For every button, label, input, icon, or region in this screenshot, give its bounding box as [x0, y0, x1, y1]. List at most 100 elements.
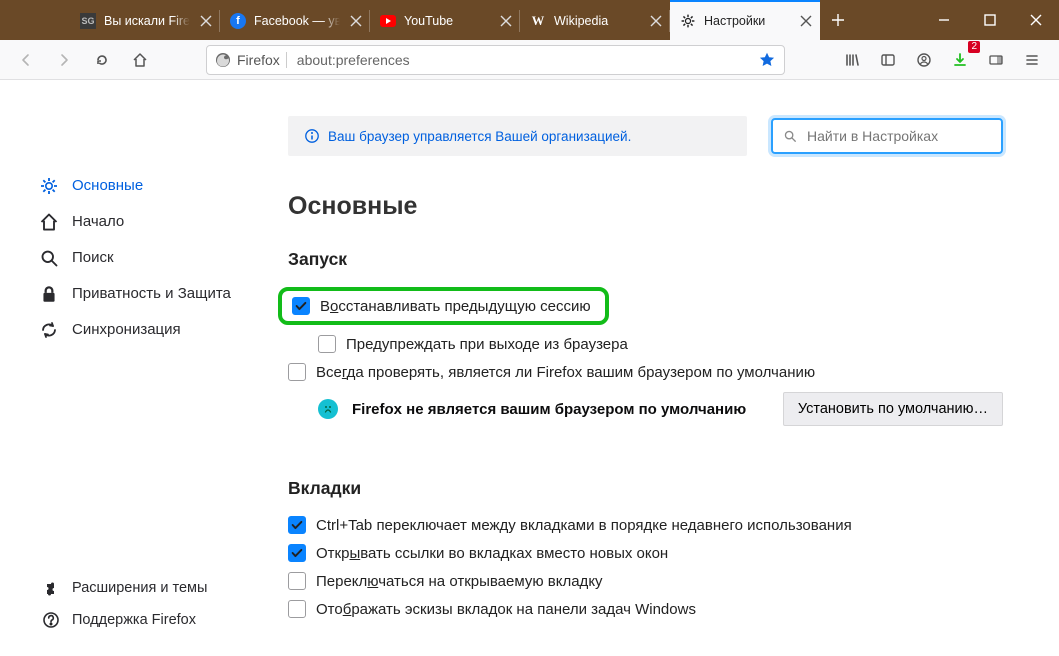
info-icon — [304, 128, 320, 144]
nav-toolbar: Firefox 2 — [0, 40, 1059, 80]
tab-label: Вы искали Firefo — [104, 14, 190, 28]
sidebar-item-label: Основные — [72, 177, 143, 195]
pref-label: Предупреждать при выходе из браузера — [346, 336, 628, 353]
overflow-button[interactable] — [979, 44, 1013, 76]
page-title: Основные — [288, 192, 1003, 221]
pref-label: Переключаться на открываемую вкладку — [316, 573, 603, 590]
pref-label: Ctrl+Tab переключает между вкладками в п… — [316, 517, 852, 534]
group-title-startup: Запуск — [288, 249, 1003, 270]
checkbox-checked[interactable] — [292, 297, 310, 315]
library-button[interactable] — [835, 44, 869, 76]
sidebar-item-support[interactable]: Поддержка Firefox — [34, 605, 252, 636]
tab-2[interactable]: YouTube — [370, 0, 520, 40]
set-default-button[interactable]: Установить по умолчанию… — [783, 392, 1003, 426]
help-icon — [40, 611, 62, 629]
sidebar-item-search[interactable]: Поиск — [34, 240, 252, 276]
identity-label: Firefox — [237, 52, 280, 68]
window-maximize[interactable] — [967, 0, 1013, 40]
sidebar-item-sync[interactable]: Синхронизация — [34, 312, 252, 348]
pref-open-in-tabs[interactable]: Открывать ссылки во вкладках вместо новы… — [288, 539, 1003, 567]
url-bar[interactable]: Firefox — [206, 45, 785, 75]
sync-icon — [38, 320, 60, 340]
tab-label: Wikipedia — [554, 14, 640, 28]
pref-always-check-default[interactable]: Всегда проверять, является ли Firefox ва… — [288, 358, 1003, 386]
enterprise-banner-link[interactable]: Ваш браузер управляется Вашей организаци… — [328, 129, 631, 144]
checkbox-unchecked[interactable] — [288, 572, 306, 590]
sidebar-item-general[interactable]: Основные — [34, 168, 252, 204]
window-close[interactable] — [1013, 0, 1059, 40]
tab-3[interactable]: W Wikipedia — [520, 0, 670, 40]
categories-sidebar: Основные Начало Поиск Приватность и Защи… — [0, 80, 252, 656]
enterprise-banner: Ваш браузер управляется Вашей организаци… — [288, 116, 747, 156]
pref-label: Всегда проверять, является ли Firefox ва… — [316, 364, 815, 381]
preferences-search[interactable] — [771, 118, 1003, 154]
highlighted-setting: Восстанавливать предыдущую сессию — [278, 287, 609, 325]
pref-label: Восстанавливать предыдущую сессию — [320, 298, 591, 315]
lock-icon — [38, 284, 60, 304]
close-icon[interactable] — [798, 13, 814, 29]
sidebar-item-label: Синхронизация — [72, 321, 181, 339]
identity-box[interactable]: Firefox — [215, 52, 287, 68]
tab-label: YouTube — [404, 14, 490, 28]
default-browser-row: Firefox не является вашим браузером по у… — [288, 386, 1003, 432]
pref-ctrltab[interactable]: Ctrl+Tab переключает между вкладками в п… — [288, 511, 1003, 539]
downloads-button[interactable]: 2 — [943, 44, 977, 76]
pref-warn-on-close[interactable]: Предупреждать при выходе из браузера — [288, 330, 1003, 358]
sidebar-item-label: Приватность и Защита — [72, 285, 231, 303]
favicon-facebook: f — [230, 13, 246, 29]
content-pane: Ваш браузер управляется Вашей организаци… — [252, 80, 1059, 656]
tab-label: Настройки — [704, 14, 790, 28]
window-minimize[interactable] — [921, 0, 967, 40]
pref-restore-session[interactable]: Восстанавливать предыдущую сессию — [288, 282, 1003, 330]
checkbox-checked[interactable] — [288, 516, 306, 534]
tab-0[interactable]: SG Вы искали Firefo — [70, 0, 220, 40]
close-icon[interactable] — [348, 13, 364, 29]
favicon-youtube — [380, 13, 396, 29]
window-controls — [921, 0, 1059, 40]
account-button[interactable] — [907, 44, 941, 76]
sidebar-item-privacy[interactable]: Приватность и Защита — [34, 276, 252, 312]
tab-1[interactable]: f Facebook — уви — [220, 0, 370, 40]
forward-button[interactable] — [48, 44, 80, 76]
pref-label: Отображать эскизы вкладок на панели зада… — [316, 601, 696, 618]
downloads-badge: 2 — [968, 41, 980, 53]
separator — [286, 52, 287, 68]
home-icon — [38, 212, 60, 232]
url-input[interactable] — [295, 51, 750, 69]
preferences-search-input[interactable] — [805, 127, 991, 145]
tab-label: Facebook — уви — [254, 14, 340, 28]
gear-icon — [38, 176, 60, 196]
pref-label: Открывать ссылки во вкладках вместо новы… — [316, 545, 668, 562]
checkbox-unchecked[interactable] — [288, 600, 306, 618]
pref-switch-to-tab[interactable]: Переключаться на открываемую вкладку — [288, 567, 1003, 595]
sad-face-icon — [318, 399, 338, 419]
firefox-logo-icon — [215, 52, 231, 68]
sidebar-item-label: Поддержка Firefox — [72, 612, 196, 629]
sidebar-button[interactable] — [871, 44, 905, 76]
sidebar-item-label: Расширения и темы — [72, 580, 207, 597]
favicon-wikipedia: W — [530, 13, 546, 29]
group-title-tabs: Вкладки — [288, 478, 1003, 499]
tab-4-active[interactable]: Настройки — [670, 0, 820, 40]
favicon-sg: SG — [80, 13, 96, 29]
preferences-page: Основные Начало Поиск Приватность и Защи… — [0, 80, 1059, 656]
app-menu-button[interactable] — [1015, 44, 1049, 76]
close-icon[interactable] — [498, 13, 514, 29]
sidebar-item-label: Поиск — [72, 249, 114, 267]
checkbox-unchecked[interactable] — [318, 335, 336, 353]
reload-button[interactable] — [86, 44, 118, 76]
search-icon — [38, 248, 60, 268]
pref-taskbar-thumbs[interactable]: Отображать эскизы вкладок на панели зада… — [288, 595, 1003, 623]
checkbox-checked[interactable] — [288, 544, 306, 562]
sidebar-item-home[interactable]: Начало — [34, 204, 252, 240]
bookmark-star-icon[interactable] — [758, 51, 776, 69]
back-button[interactable] — [10, 44, 42, 76]
close-icon[interactable] — [198, 13, 214, 29]
checkbox-unchecked[interactable] — [288, 363, 306, 381]
close-icon[interactable] — [648, 13, 664, 29]
search-icon — [783, 129, 797, 143]
puzzle-icon — [40, 580, 62, 598]
home-button[interactable] — [124, 44, 156, 76]
sidebar-item-addons[interactable]: Расширения и темы — [34, 573, 252, 604]
new-tab-button[interactable] — [820, 0, 856, 40]
